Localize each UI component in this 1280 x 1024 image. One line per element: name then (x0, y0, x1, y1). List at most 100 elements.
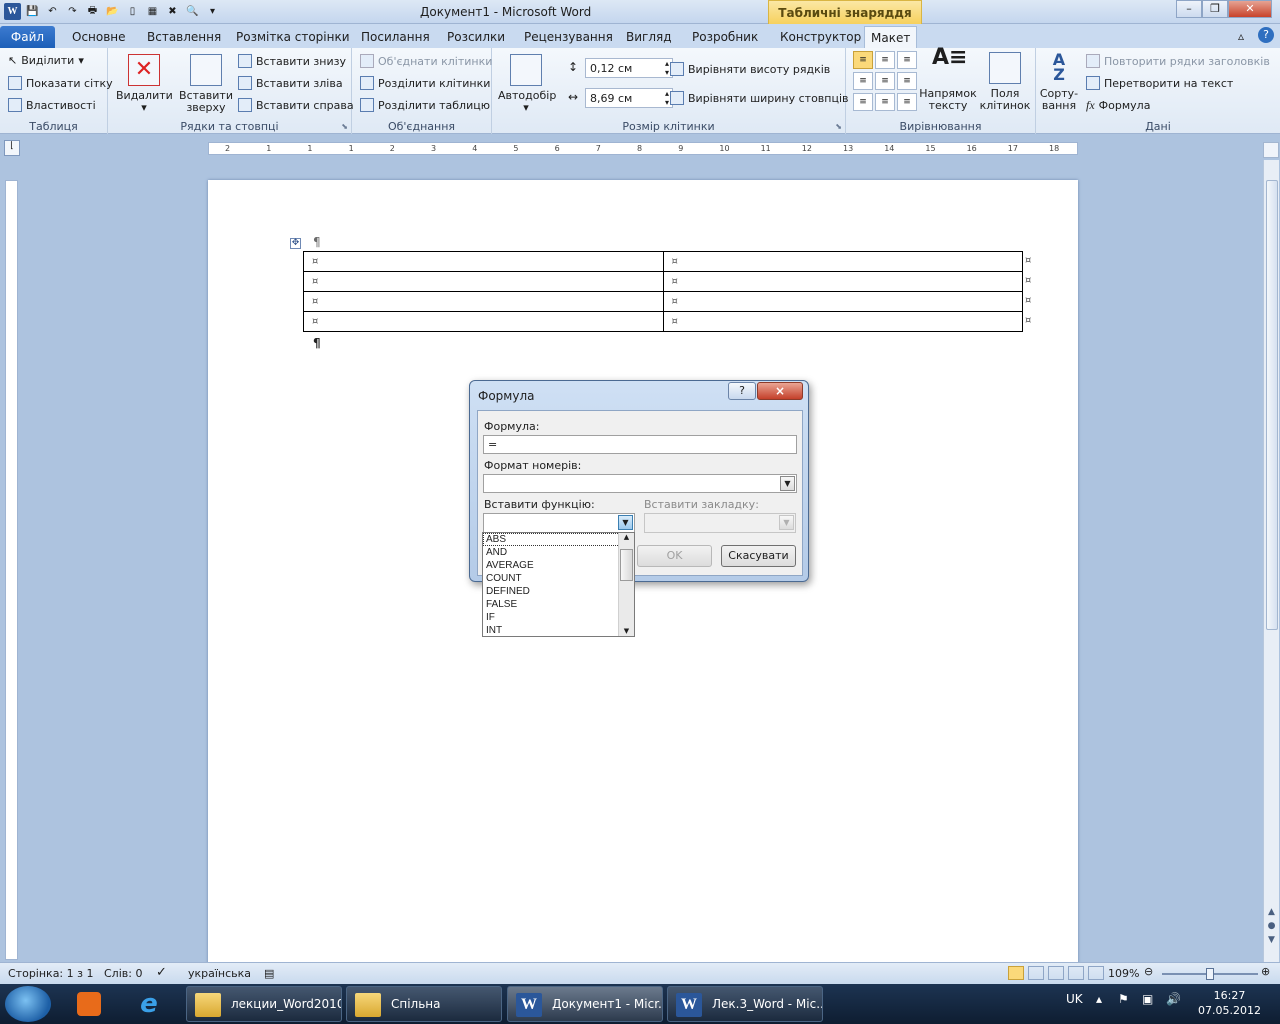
table-cell[interactable]: ¤ (303, 271, 664, 292)
dialog-launcher-icon[interactable]: ⬊ (341, 122, 348, 131)
tab-review[interactable]: Рецензування (518, 26, 619, 48)
select-button[interactable]: ↖ Виділити ▾ (8, 54, 84, 67)
full-screen-reading-icon[interactable] (1028, 966, 1044, 980)
distribute-columns-button[interactable]: Вирівняти ширину стовпців (670, 91, 849, 105)
convert-to-text-button[interactable]: Перетворити на текст (1086, 76, 1233, 90)
page-count[interactable]: Сторінка: 1 з 1 (8, 967, 93, 980)
save-icon[interactable]: 💾 (24, 3, 41, 20)
cancel-button[interactable]: Скасувати (721, 545, 796, 567)
chevron-down-icon[interactable]: ▼ (780, 476, 795, 491)
scrollbar-thumb[interactable] (1266, 180, 1278, 630)
word-count[interactable]: Слів: 0 (104, 967, 142, 980)
list-item[interactable]: ABS (483, 533, 634, 546)
ok-button[interactable]: OK (637, 545, 712, 567)
align-top-center-icon[interactable]: ≡ (875, 51, 895, 69)
split-cells-button[interactable]: Розділити клітинки (360, 76, 490, 90)
action-center-icon[interactable]: ▣ (1142, 992, 1153, 1006)
repeat-header-rows-button[interactable]: Повторити рядки заголовків (1086, 54, 1270, 68)
open-icon[interactable]: 📂 (104, 3, 121, 20)
list-item[interactable]: AND (483, 546, 634, 559)
media-player-icon[interactable] (62, 987, 116, 1021)
table-move-handle-icon[interactable]: ✥ (290, 238, 301, 249)
list-item[interactable]: FALSE (483, 598, 634, 611)
column-width-input[interactable]: 8,69 см ▴ ▾ (585, 88, 673, 108)
horizontal-ruler[interactable]: 2 1 1 1 2 3 4 5 6 7 8 9 10 11 12 13 14 15 16 17 18 (208, 142, 1078, 155)
network-icon[interactable]: ⚑ (1118, 992, 1129, 1006)
proofing-icon[interactable]: ✓ (156, 965, 167, 980)
insert-right-button[interactable]: Вставити справа (238, 98, 354, 112)
align-bottom-center-icon[interactable]: ≡ (875, 93, 895, 111)
input-language[interactable]: UK (1066, 992, 1083, 1006)
minimize-button[interactable]: – (1176, 0, 1202, 18)
align-bottom-right-icon[interactable]: ≡ (897, 93, 917, 111)
taskbar-item-folder[interactable]: лекции_Word2010 (186, 986, 342, 1022)
merge-cells-button[interactable]: Об'єднати клітинки (360, 54, 492, 68)
print-layout-icon[interactable] (1008, 966, 1024, 980)
close-window-button[interactable]: ✕ (1228, 0, 1272, 18)
table-cell[interactable]: ¤ (303, 291, 664, 312)
vertical-scrollbar[interactable]: ▲ ● ▼ (1263, 160, 1279, 962)
show-gridlines-button[interactable]: Показати сітку (8, 76, 113, 90)
taskbar-item-folder[interactable]: Спільна (346, 986, 502, 1022)
table-cell[interactable]: ¤ (662, 291, 1023, 312)
zoom-out-icon[interactable]: ⊖ (1144, 965, 1153, 978)
browse-buttons[interactable]: ▲ ● ▼ (1265, 905, 1278, 947)
tab-page-layout[interactable]: Розмітка сторінки (230, 26, 356, 48)
formula-button[interactable]: fx Формула (1086, 98, 1150, 113)
show-hidden-icons-icon[interactable]: ▴ (1096, 992, 1102, 1006)
align-bottom-left-icon[interactable]: ≡ (853, 93, 873, 111)
scroll-up-icon[interactable]: ▲ (619, 533, 634, 541)
help-icon[interactable]: ? (1258, 27, 1274, 43)
list-scroll-thumb[interactable] (620, 549, 633, 581)
close-document-icon[interactable]: ✖ (164, 3, 181, 20)
formula-input[interactable]: = (483, 435, 797, 454)
start-button[interactable] (5, 986, 51, 1022)
tab-file[interactable]: Файл (0, 26, 55, 48)
align-center-icon[interactable]: ≡ (875, 72, 895, 90)
list-item[interactable]: INT (483, 624, 634, 637)
tab-mailings[interactable]: Розсилки (441, 26, 511, 48)
document-table[interactable]: ¤ ¤ ¤ ¤ ¤ ¤ ¤ ¤ (303, 251, 1023, 332)
tab-selector-icon[interactable]: ⌊ (4, 140, 20, 156)
align-center-right-icon[interactable]: ≡ (897, 72, 917, 90)
align-top-left-icon[interactable]: ≡ (853, 51, 873, 69)
vertical-ruler[interactable] (5, 180, 18, 960)
outline-icon[interactable] (1068, 966, 1084, 980)
tab-layout[interactable]: Макет (864, 26, 918, 48)
zoom-level[interactable]: 109% (1108, 967, 1139, 980)
web-layout-icon[interactable] (1048, 966, 1064, 980)
chevron-down-icon[interactable]: ▼ (618, 515, 633, 530)
sort-button[interactable]: AZ Сорту-вання (1038, 52, 1080, 112)
print-preview-icon[interactable]: 🖶 (84, 3, 101, 20)
list-item[interactable]: COUNT (483, 572, 634, 585)
function-list[interactable]: ABS AND AVERAGE COUNT DEFINED FALSE IF I… (482, 532, 635, 637)
chevron-down-icon[interactable]: ▼ (779, 515, 794, 530)
align-top-right-icon[interactable]: ≡ (897, 51, 917, 69)
distribute-rows-button[interactable]: Вирівняти висоту рядків (670, 62, 830, 76)
tab-view[interactable]: Вигляд (620, 26, 678, 48)
zoom-slider-thumb[interactable] (1206, 968, 1214, 980)
table-cell[interactable]: ¤ (303, 311, 664, 332)
table-cell[interactable]: ¤ (662, 271, 1023, 292)
redo-icon[interactable]: ↷ (64, 3, 81, 20)
autofit-button[interactable]: Автодобір ▾ (498, 54, 556, 114)
tab-design[interactable]: Конструктор (774, 26, 867, 48)
text-direction-button[interactable]: A≡ Напрямок тексту (918, 47, 978, 112)
internet-explorer-icon[interactable]: e (122, 987, 176, 1021)
zoom-in-icon[interactable]: ⊕ (1261, 965, 1270, 978)
table-cell[interactable]: ¤ (303, 251, 664, 272)
list-scrollbar[interactable]: ▲ ▼ (618, 533, 634, 636)
number-format-dropdown[interactable]: ▼ (483, 474, 797, 493)
minimize-ribbon-icon[interactable]: ▵ (1238, 29, 1244, 43)
insert-below-button[interactable]: Вставити знизу (238, 54, 346, 68)
dialog-close-button[interactable]: × (757, 382, 803, 400)
split-table-button[interactable]: Розділити таблицю (360, 98, 490, 112)
list-item[interactable]: AVERAGE (483, 559, 634, 572)
taskbar-item-word[interactable]: W Лек.3_Word - Mic... (667, 986, 823, 1022)
view-ruler-icon[interactable] (1263, 142, 1279, 158)
tab-references[interactable]: Посилання (355, 26, 436, 48)
customize-toolbar-icon[interactable]: ▾ (204, 3, 221, 20)
dialog-help-button[interactable]: ? (728, 382, 756, 400)
clock[interactable]: 16:27 07.05.2012 (1198, 988, 1261, 1018)
language-status[interactable]: українська (188, 967, 251, 980)
